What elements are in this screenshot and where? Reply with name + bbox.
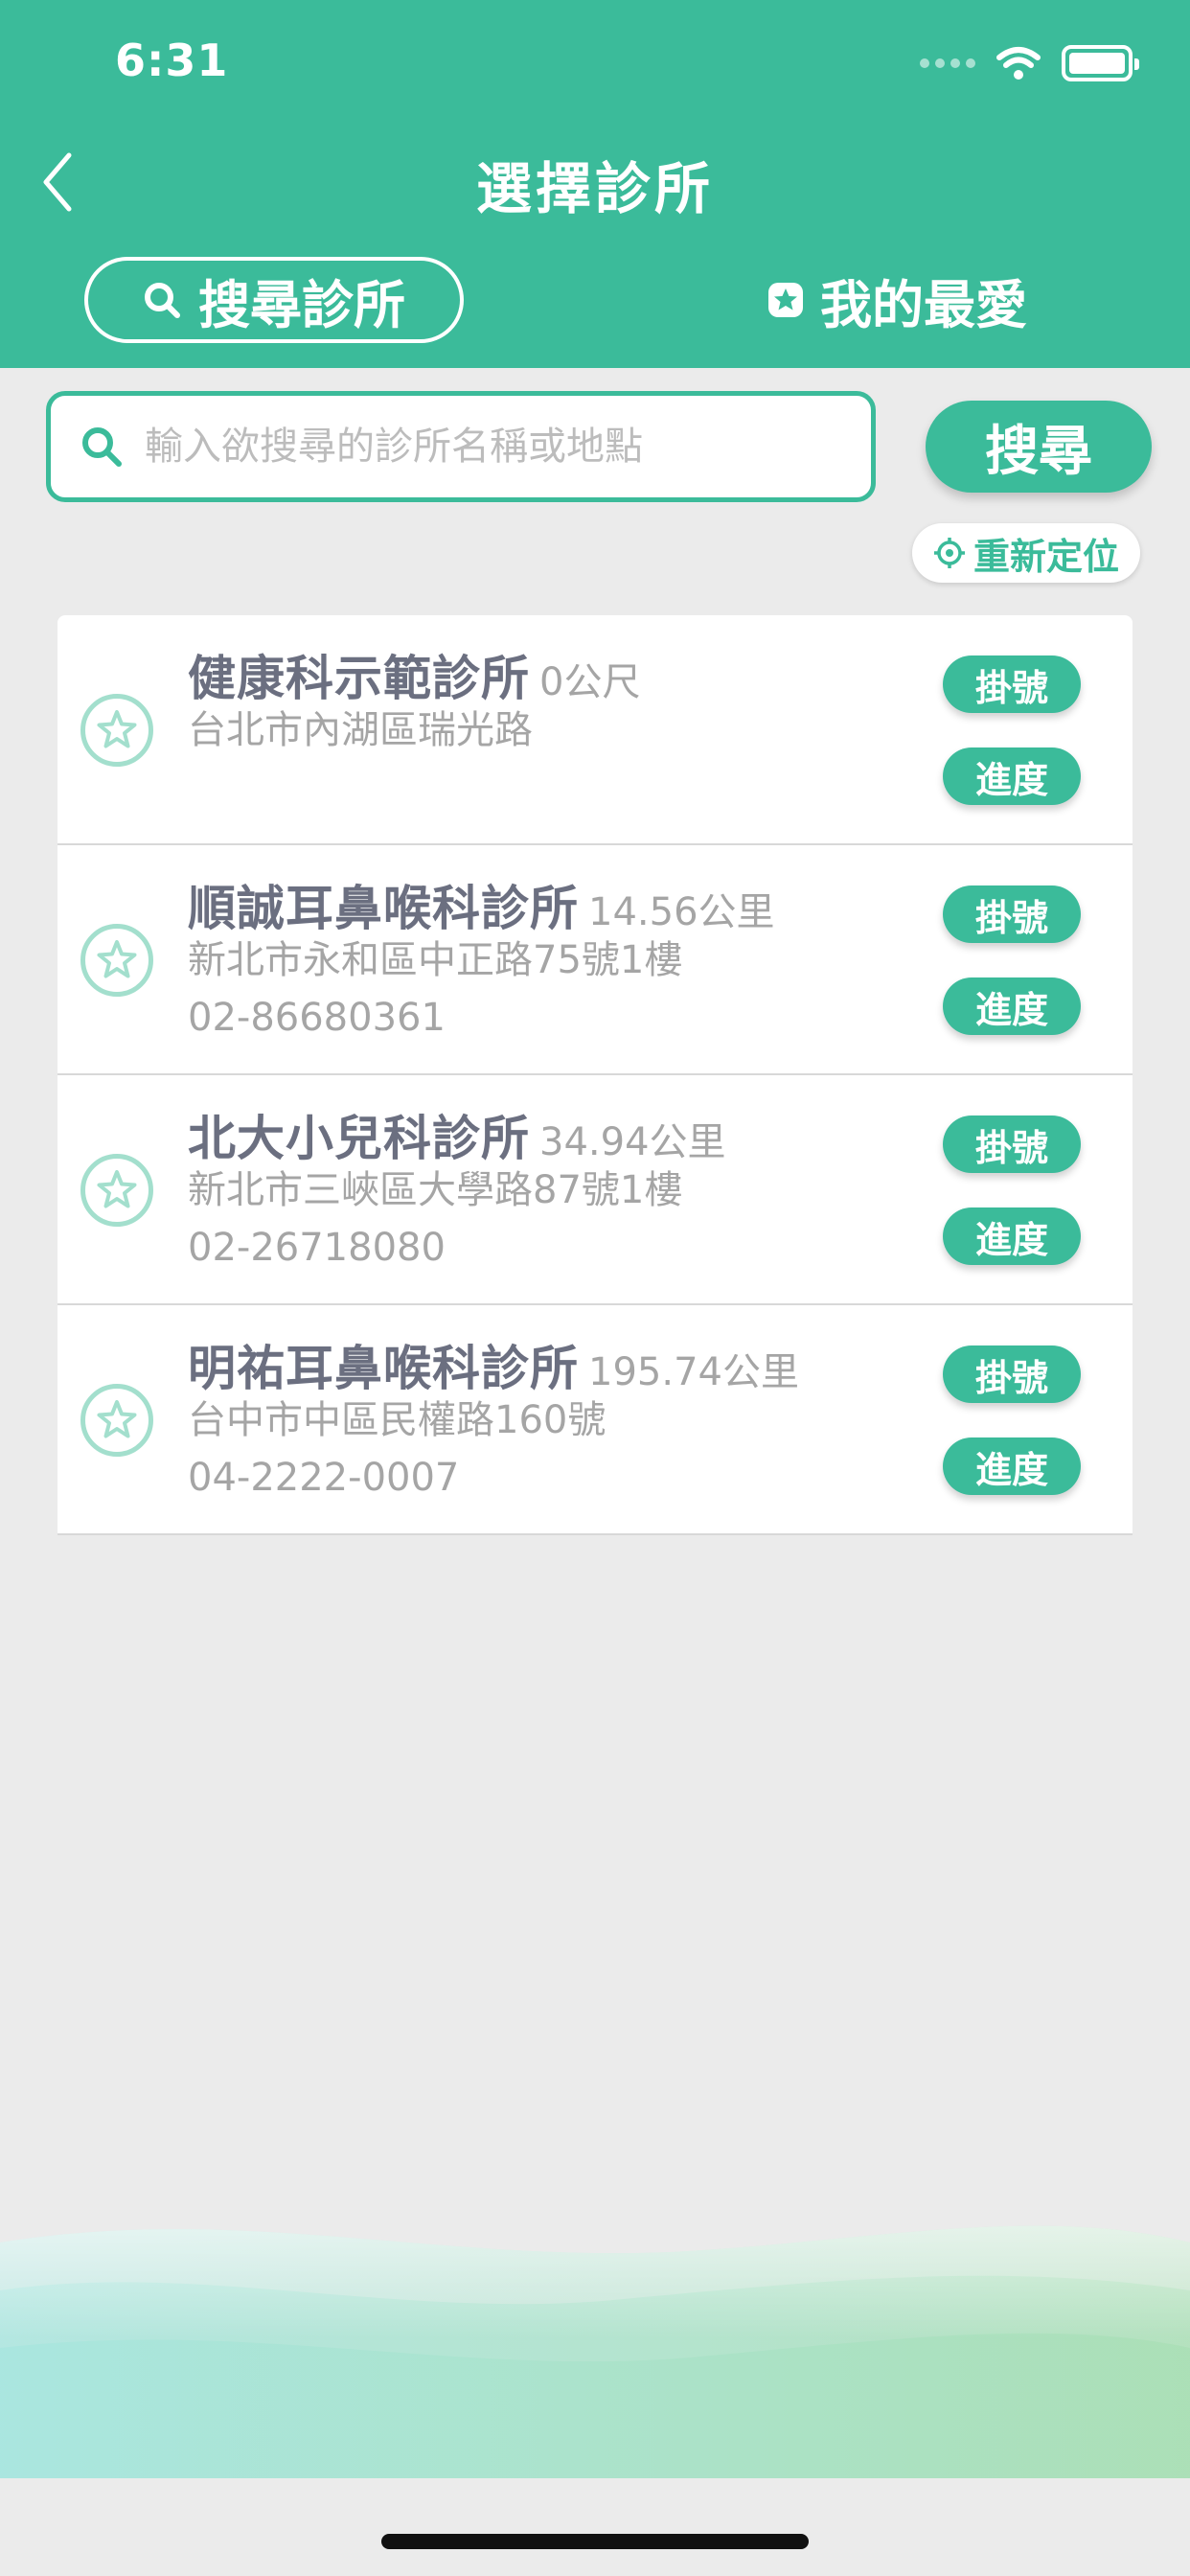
list-item[interactable]: 健康科示範診所 0公尺 台北市內湖區瑞光路 掛號 進度 [57, 615, 1133, 845]
register-button[interactable]: 掛號 [943, 656, 1081, 713]
star-outline-icon [97, 1170, 137, 1208]
progress-button[interactable]: 進度 [943, 978, 1081, 1035]
wifi-icon [996, 47, 1041, 80]
clinic-info: 順誠耳鼻喉科診所 14.56公里 新北市永和區中正路75號1樓 02-86680… [188, 870, 954, 1046]
app-header: 6:31 選擇診所 搜尋診所 我的最愛 [0, 0, 1190, 368]
relocate-label: 重新定位 [973, 535, 1119, 578]
progress-button[interactable]: 進度 [943, 748, 1081, 805]
clinic-phone [188, 759, 954, 816]
clinic-phone: 04-2222-0007 [188, 1456, 460, 1500]
status-indicators [920, 42, 1139, 84]
clinic-name: 明祐耳鼻喉科診所 [188, 1341, 579, 1396]
search-field[interactable] [46, 391, 876, 502]
clinic-phone: 02-86680361 [188, 996, 446, 1040]
favorite-toggle[interactable] [80, 1384, 153, 1457]
favorite-toggle[interactable] [80, 924, 153, 997]
list-item[interactable]: 順誠耳鼻喉科診所 14.56公里 新北市永和區中正路75號1樓 02-86680… [57, 845, 1133, 1075]
clinic-name: 順誠耳鼻喉科診所 [188, 881, 579, 936]
search-button[interactable]: 搜尋 [926, 401, 1152, 493]
clinic-address: 新北市三峽區大學路87號1樓 [188, 1168, 683, 1212]
star-outline-icon [97, 940, 137, 978]
clinic-list: 健康科示範診所 0公尺 台北市內湖區瑞光路 掛號 進度 順誠耳鼻喉科診所 14.… [57, 615, 1133, 1535]
clinic-phone: 02-26718080 [188, 1226, 446, 1270]
tab-favorites[interactable]: 我的最愛 [767, 257, 1054, 343]
search-icon [82, 427, 122, 467]
battery-icon [1062, 45, 1139, 81]
clinic-distance: 0公尺 [539, 660, 641, 704]
clinic-info: 健康科示範診所 0公尺 台北市內湖區瑞光路 [188, 640, 954, 816]
clinic-info: 北大小兒科診所 34.94公里 新北市三峽區大學路87號1樓 02-267180… [188, 1100, 954, 1276]
clinic-distance: 14.56公里 [588, 890, 775, 934]
clinic-info: 明祐耳鼻喉科診所 195.74公里 台中市中區民權路160號 04-2222-0… [188, 1330, 954, 1506]
clinic-distance: 34.94公里 [539, 1120, 726, 1164]
star-outline-icon [97, 1400, 137, 1438]
tab-favorites-label: 我的最愛 [820, 274, 1027, 335]
decorative-wave [0, 2225, 1190, 2478]
register-button[interactable]: 掛號 [943, 1116, 1081, 1173]
search-input[interactable] [145, 425, 871, 469]
status-time: 6:31 [115, 34, 229, 86]
star-outline-icon [97, 710, 137, 748]
list-item[interactable]: 明祐耳鼻喉科診所 195.74公里 台中市中區民權路160號 04-2222-0… [57, 1305, 1133, 1535]
page-title: 選擇診所 [475, 156, 714, 221]
relocate-button[interactable]: 重新定位 [912, 523, 1140, 583]
register-button[interactable]: 掛號 [943, 1346, 1081, 1403]
favorite-toggle[interactable] [80, 1154, 153, 1227]
progress-button[interactable]: 進度 [943, 1208, 1081, 1265]
list-item[interactable]: 北大小兒科診所 34.94公里 新北市三峽區大學路87號1樓 02-267180… [57, 1075, 1133, 1305]
clinic-address: 台中市中區民權路160號 [188, 1398, 606, 1442]
clinic-name: 健康科示範診所 [188, 651, 530, 706]
clinic-distance: 195.74公里 [588, 1350, 799, 1394]
clinic-name: 北大小兒科診所 [188, 1111, 530, 1166]
progress-button[interactable]: 進度 [943, 1438, 1081, 1495]
favorite-toggle[interactable] [80, 694, 153, 767]
search-icon [145, 283, 180, 318]
crosshair-icon [933, 538, 965, 568]
clinic-address: 新北市永和區中正路75號1樓 [188, 938, 683, 982]
home-indicator[interactable] [381, 2534, 809, 2549]
clinic-address: 台北市內湖區瑞光路 [188, 708, 533, 752]
register-button[interactable]: 掛號 [943, 886, 1081, 943]
star-badge-icon [768, 283, 803, 317]
tab-search-clinic[interactable]: 搜尋診所 [84, 257, 464, 343]
cellular-signal-icon [920, 58, 975, 68]
tab-search-label: 搜尋診所 [198, 274, 405, 335]
